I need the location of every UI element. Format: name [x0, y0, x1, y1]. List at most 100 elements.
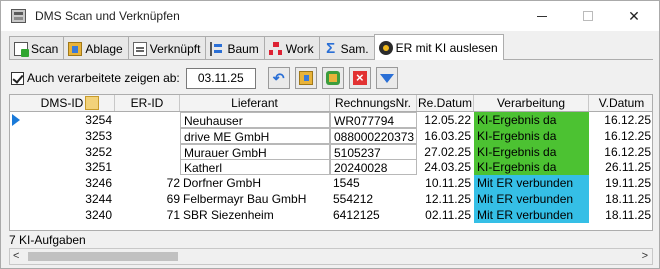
- col-er-id[interactable]: ER-ID: [115, 95, 180, 111]
- folder-icon: [68, 41, 83, 56]
- tab-label: Ablage: [85, 41, 123, 56]
- col-rechnungsnr[interactable]: RechnungsNr.: [330, 95, 417, 111]
- group-icon: [325, 71, 340, 85]
- scrollbar-thumb[interactable]: [28, 252, 178, 261]
- cell-v-datum: 19.11.25: [605, 176, 651, 191]
- cell-re-datum: 27.02.25: [424, 144, 471, 159]
- cell-verarbeitung: Mit ER verbunden: [474, 191, 589, 207]
- table-row[interactable]: 3253 drive ME GmbH 088000220373 16.03.25 KI-…: [10, 127, 652, 144]
- results-table: DMS-ID ER-ID Lieferant RechnungsNr. Re.D…: [9, 94, 653, 231]
- cell-verarbeitung: KI-Ergebnis da: [474, 143, 589, 160]
- tab-verknuepft[interactable]: Verknüpft: [127, 36, 207, 60]
- cell-v-datum: 16.12.25: [604, 113, 651, 127]
- cell-verarbeitung: Mit ER verbunden: [474, 175, 589, 192]
- status-text: 7 KI-Aufgaben: [9, 233, 86, 247]
- tab-bar: Scan Ablage Verknüpft Baum Work Σ Sam. ER…: [9, 34, 504, 60]
- tab-sam[interactable]: Σ Sam.: [318, 36, 375, 60]
- scroll-left-icon[interactable]: <: [13, 249, 19, 264]
- cell-rechnungsnr: 20240028: [330, 159, 417, 176]
- tab-work[interactable]: Work: [263, 36, 320, 60]
- filter-icon: [379, 73, 394, 83]
- cell-er-id: 71: [166, 207, 180, 222]
- cell-lieferant: Neuhauser: [180, 112, 330, 128]
- tab-label: ER mit KI auslesen: [395, 40, 498, 55]
- sigma-icon: Σ: [326, 39, 336, 57]
- maximize-button[interactable]: [565, 1, 611, 31]
- group-button[interactable]: [321, 67, 344, 89]
- cell-verarbeitung: KI-Ergebnis da: [474, 112, 589, 128]
- app-window: DMS Scan und Verknüpfen ✕ Scan Ablage Ve…: [0, 0, 660, 269]
- cell-re-datum: 12.11.25: [425, 192, 471, 206]
- col-re-datum[interactable]: Re.Datum: [417, 95, 474, 111]
- scroll-right-icon[interactable]: >: [642, 249, 648, 264]
- scan-icon: [14, 41, 29, 57]
- cell-v-datum: 18.11.25: [605, 207, 651, 222]
- tab-label: Baum: [227, 41, 259, 56]
- col-lieferant[interactable]: Lieferant: [180, 95, 330, 111]
- horizontal-scrollbar[interactable]: < >: [9, 248, 653, 265]
- tab-baum[interactable]: Baum: [205, 36, 265, 60]
- cell-lieferant: Dorfner GmbH: [183, 176, 262, 191]
- cell-rechnungsnr: 088000220373: [330, 127, 417, 144]
- tab-label: Verknüpft: [149, 41, 201, 56]
- delete-button[interactable]: ×: [348, 67, 371, 89]
- cell-rechnungsnr: 5105237: [330, 143, 417, 160]
- cell-re-datum: 24.03.25: [424, 160, 471, 175]
- window-title: DMS Scan und Verknüpfen: [35, 9, 180, 23]
- cell-lieferant: Murauer GmbH: [180, 143, 330, 160]
- cell-re-datum: 16.03.25: [424, 128, 471, 143]
- cell-lieferant: Felbermayr Bau GmbH: [183, 192, 307, 206]
- col-v-datum[interactable]: V.Datum: [589, 95, 652, 111]
- table-row[interactable]: 3252 Murauer GmbH 5105237 27.02.25 KI-Ergebn…: [10, 143, 652, 160]
- col-verarbeitung[interactable]: Verarbeitung: [474, 95, 589, 111]
- cell-lieferant: SBR Siezenheim: [183, 207, 274, 222]
- cell-lieferant: Katherl: [180, 159, 330, 176]
- cell-re-datum: 10.11.25: [425, 176, 471, 191]
- cell-v-datum: 16.12.25: [604, 128, 651, 143]
- cell-verarbeitung: KI-Ergebnis da: [474, 127, 589, 144]
- minimize-icon: [537, 15, 547, 17]
- col-dms-id[interactable]: DMS-ID: [10, 95, 115, 111]
- cell-er-id: [115, 144, 180, 160]
- cell-dms-id: 3240: [85, 207, 112, 222]
- cell-er-id: 69: [166, 192, 180, 206]
- cell-verarbeitung: Mit ER verbunden: [474, 206, 589, 223]
- close-button[interactable]: ✕: [611, 1, 657, 31]
- workflow-icon: [268, 41, 283, 56]
- table-row[interactable]: 3240 71 SBR Siezenheim 6412125 02.11.25 Mit E…: [10, 206, 652, 223]
- filter-button[interactable]: [375, 67, 398, 89]
- table-header: DMS-ID ER-ID Lieferant RechnungsNr. Re.D…: [10, 95, 652, 112]
- refresh-back-button[interactable]: ↶: [267, 67, 290, 89]
- cell-er-id: [115, 159, 180, 175]
- table-row[interactable]: 3246 72 Dorfner GmbH 1545 10.11.25 Mit ER ver…: [10, 175, 652, 192]
- table-row[interactable]: 3254 Neuhauser WR077794 12.05.22 KI-Ergebnis…: [10, 112, 652, 128]
- tree-icon: [210, 41, 224, 56]
- show-processed-checkbox[interactable]: [11, 71, 24, 85]
- toolbar: Auch verarbeitete zeigen ab: ↶ ×: [9, 65, 403, 91]
- cell-v-datum: 18.11.25: [605, 192, 651, 206]
- ai-icon: [378, 40, 393, 55]
- cell-verarbeitung: KI-Ergebnis da: [474, 159, 589, 176]
- minimize-button[interactable]: [519, 1, 565, 31]
- table-row[interactable]: 3244 69 Felbermayr Bau GmbH 554212 12.11.25 M…: [10, 191, 652, 207]
- maximize-icon: [583, 11, 593, 21]
- tab-label: Scan: [31, 41, 59, 56]
- back-icon: ↶: [272, 70, 285, 86]
- tab-er-mit-ki[interactable]: ER mit KI auslesen: [373, 34, 504, 60]
- cell-re-datum: 12.05.22: [424, 113, 471, 127]
- cell-er-id: [115, 112, 180, 128]
- folder-icon: [298, 71, 313, 85]
- tab-label: Work: [285, 41, 314, 56]
- date-field[interactable]: [185, 67, 256, 89]
- sort-icon: [85, 96, 99, 110]
- table-row[interactable]: 3251 Katherl 20240028 24.03.25 KI-Ergebnis d…: [10, 159, 652, 176]
- open-folder-button[interactable]: [294, 67, 317, 89]
- tab-divider: [9, 59, 653, 60]
- cell-rechnungsnr: 554212: [333, 192, 374, 206]
- tab-ablage[interactable]: Ablage: [63, 36, 129, 60]
- cell-dms-id: 3246: [85, 176, 112, 191]
- cell-rechnungsnr: WR077794: [330, 112, 417, 128]
- cell-v-datum: 26.11.25: [605, 160, 651, 175]
- cell-rechnungsnr: 6412125: [333, 207, 380, 222]
- tab-scan[interactable]: Scan: [9, 36, 65, 60]
